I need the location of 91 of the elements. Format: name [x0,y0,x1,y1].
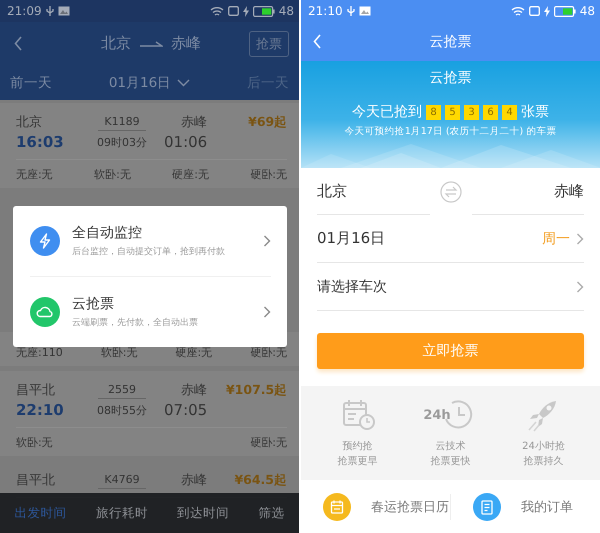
seat-availability: 无座:无 [16,166,53,182]
travel-duration: 08时55分 [96,402,148,418]
chevron-right-icon [576,280,584,292]
sim-icon [528,6,540,16]
train-card[interactable]: 北京 K1189 赤峰 ¥69起 16:03 09时03分 01:06 无座:无 软卧:无 硬座:无 硬卧:无 [0,103,299,188]
icon-label: 24h [423,408,451,422]
option-title: 云抢票 [72,295,115,313]
sort-tab[interactable]: 筛选 [256,500,286,526]
usb-icon [46,5,54,17]
swap-icon [440,180,462,202]
origin-station: 北京 [101,34,131,53]
status-time: 21:10 [308,4,343,18]
counter-digit: 4 [502,104,517,120]
sort-tab[interactable]: 到达时间 [175,500,232,526]
option-description: 后台监控，自动提交订单，抢到再付款 [72,246,226,258]
battery-icon [252,6,275,16]
seat-availability: 无座:110 [16,344,63,360]
grab-ticket-button[interactable]: 抢票 [249,30,289,56]
departure-station: 北京 [16,114,43,131]
seat-availability: 硬座:无 [176,344,212,360]
seat-availability: 硬卧:无 [250,434,287,450]
bottom-link[interactable]: 春运抢票日历 [301,494,450,520]
departure-station: 昌平北 [16,382,56,399]
image-icon [358,6,371,16]
battery-icon [554,6,576,16]
battery-level: 48 [580,4,595,18]
bottom-link[interactable]: 我的订单 [450,494,600,520]
departure-station: 昌平北 [16,472,56,489]
booking-note: 今天可预约抢1月17日 (农历十二月二十) 的车票 [344,125,556,138]
status-time: 21:09 [7,4,42,18]
date-field[interactable]: 01月16日 周一 [317,215,584,263]
arrival-station: 赤峰 [180,472,208,489]
dialog-option[interactable]: 云抢票 云端刷票，先付款，全自动出票 [30,276,271,347]
price-text: ¥64.5起 [233,472,287,488]
destination-station: 赤峰 [171,34,201,53]
counter-digit: 3 [464,104,479,120]
sort-tab[interactable]: 旅行耗时 [94,500,150,526]
seat-availability: 硬座:无 [172,166,209,182]
seat-availability: 软卧:无 [100,344,138,360]
counter-label: 今天已抢到 [352,103,422,121]
chevron-right-icon [576,232,584,244]
train-placeholder: 请选择车次 [317,278,388,296]
previous-day-link[interactable]: 前一天 [10,74,52,92]
feature-caption: 云技术 抢票更快 [430,440,470,469]
feature-caption: 24小时抢 抢票持久 [522,440,565,469]
arrival-station: 赤峰 [180,382,208,399]
seat-availability: 硬卧:无 [250,344,287,360]
arrival-time: 01:06 [164,133,208,151]
feature-caption: 预约抢 抢票更早 [338,440,378,469]
counter-digit: 6 [483,104,498,120]
usb-icon [346,5,355,17]
back-icon [313,34,322,49]
page-title: 云抢票 [428,32,472,50]
charging-icon [242,6,249,16]
chevron-down-icon [177,78,190,86]
wifi-icon [210,6,224,16]
date-picker[interactable]: 01月16日 [108,74,172,92]
option-description: 云端刷票，先付款，全自动出票 [72,316,199,329]
counter-label: 张票 [521,103,549,121]
banner-title: 云抢票 [430,69,472,87]
train-card[interactable]: 昌平北 2559 赤峰 ¥107.5起 22:10 08时55分 07:05 软卧:无 硬卧:无 [0,371,299,456]
sim-icon [228,6,239,16]
departure-time: 22:10 [16,401,65,419]
arrival-station: 赤峰 [180,114,208,131]
counter-digit: 5 [445,104,460,120]
price-text: ¥69起 [247,114,288,130]
battery-level: 48 [278,4,294,18]
price-text: ¥107.5起 [224,382,288,398]
dialog-option[interactable]: 全自动监控 后台监控，自动提交订单，抢到再付款 [30,206,271,276]
back-icon [14,36,23,51]
chevron-right-icon [263,235,271,247]
origin-field[interactable]: 北京 [317,168,430,215]
destination-field[interactable]: 赤峰 [472,168,584,215]
arrival-time: 07:05 [164,401,208,419]
train-number: K1189 [98,113,146,131]
train-select-field[interactable]: 请选择车次 [317,263,584,311]
departure-time: 16:03 [16,133,65,151]
wifi-icon [510,6,525,16]
chevron-right-icon [263,306,271,318]
seat-availability: 硬卧:无 [250,166,287,182]
seat-availability: 软卧:无 [94,166,131,182]
option-title: 全自动监控 [72,224,143,242]
charging-icon [544,6,550,16]
train-number: K4769 [98,471,146,489]
travel-duration: 09时03分 [96,134,148,150]
image-icon [58,6,70,16]
seat-availability: 软卧:无 [16,434,53,450]
counter-digit: 8 [426,104,441,120]
date-value: 01月16日 [317,229,386,248]
weekday-label: 周一 [542,230,570,248]
train-number: 2559 [98,381,146,399]
